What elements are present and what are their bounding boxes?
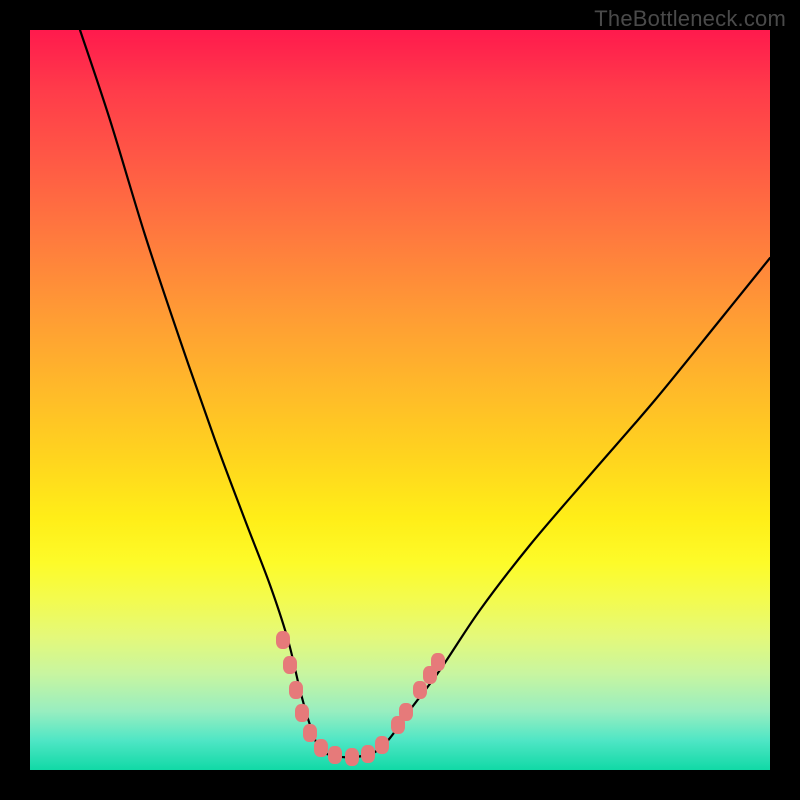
valley-marker bbox=[431, 653, 445, 671]
valley-marker bbox=[328, 746, 342, 764]
valley-marker bbox=[361, 745, 375, 763]
valley-marker bbox=[314, 739, 328, 757]
valley-marker bbox=[295, 704, 309, 722]
valley-marker bbox=[303, 724, 317, 742]
bottleneck-curve bbox=[80, 30, 770, 757]
watermark-text: TheBottleneck.com bbox=[594, 6, 786, 32]
valley-marker bbox=[399, 703, 413, 721]
valley-marker bbox=[413, 681, 427, 699]
bottleneck-chart-svg bbox=[0, 0, 800, 800]
valley-marker bbox=[276, 631, 290, 649]
valley-marker bbox=[283, 656, 297, 674]
valley-marker bbox=[345, 748, 359, 766]
valley-marker bbox=[289, 681, 303, 699]
valley-marker bbox=[375, 736, 389, 754]
